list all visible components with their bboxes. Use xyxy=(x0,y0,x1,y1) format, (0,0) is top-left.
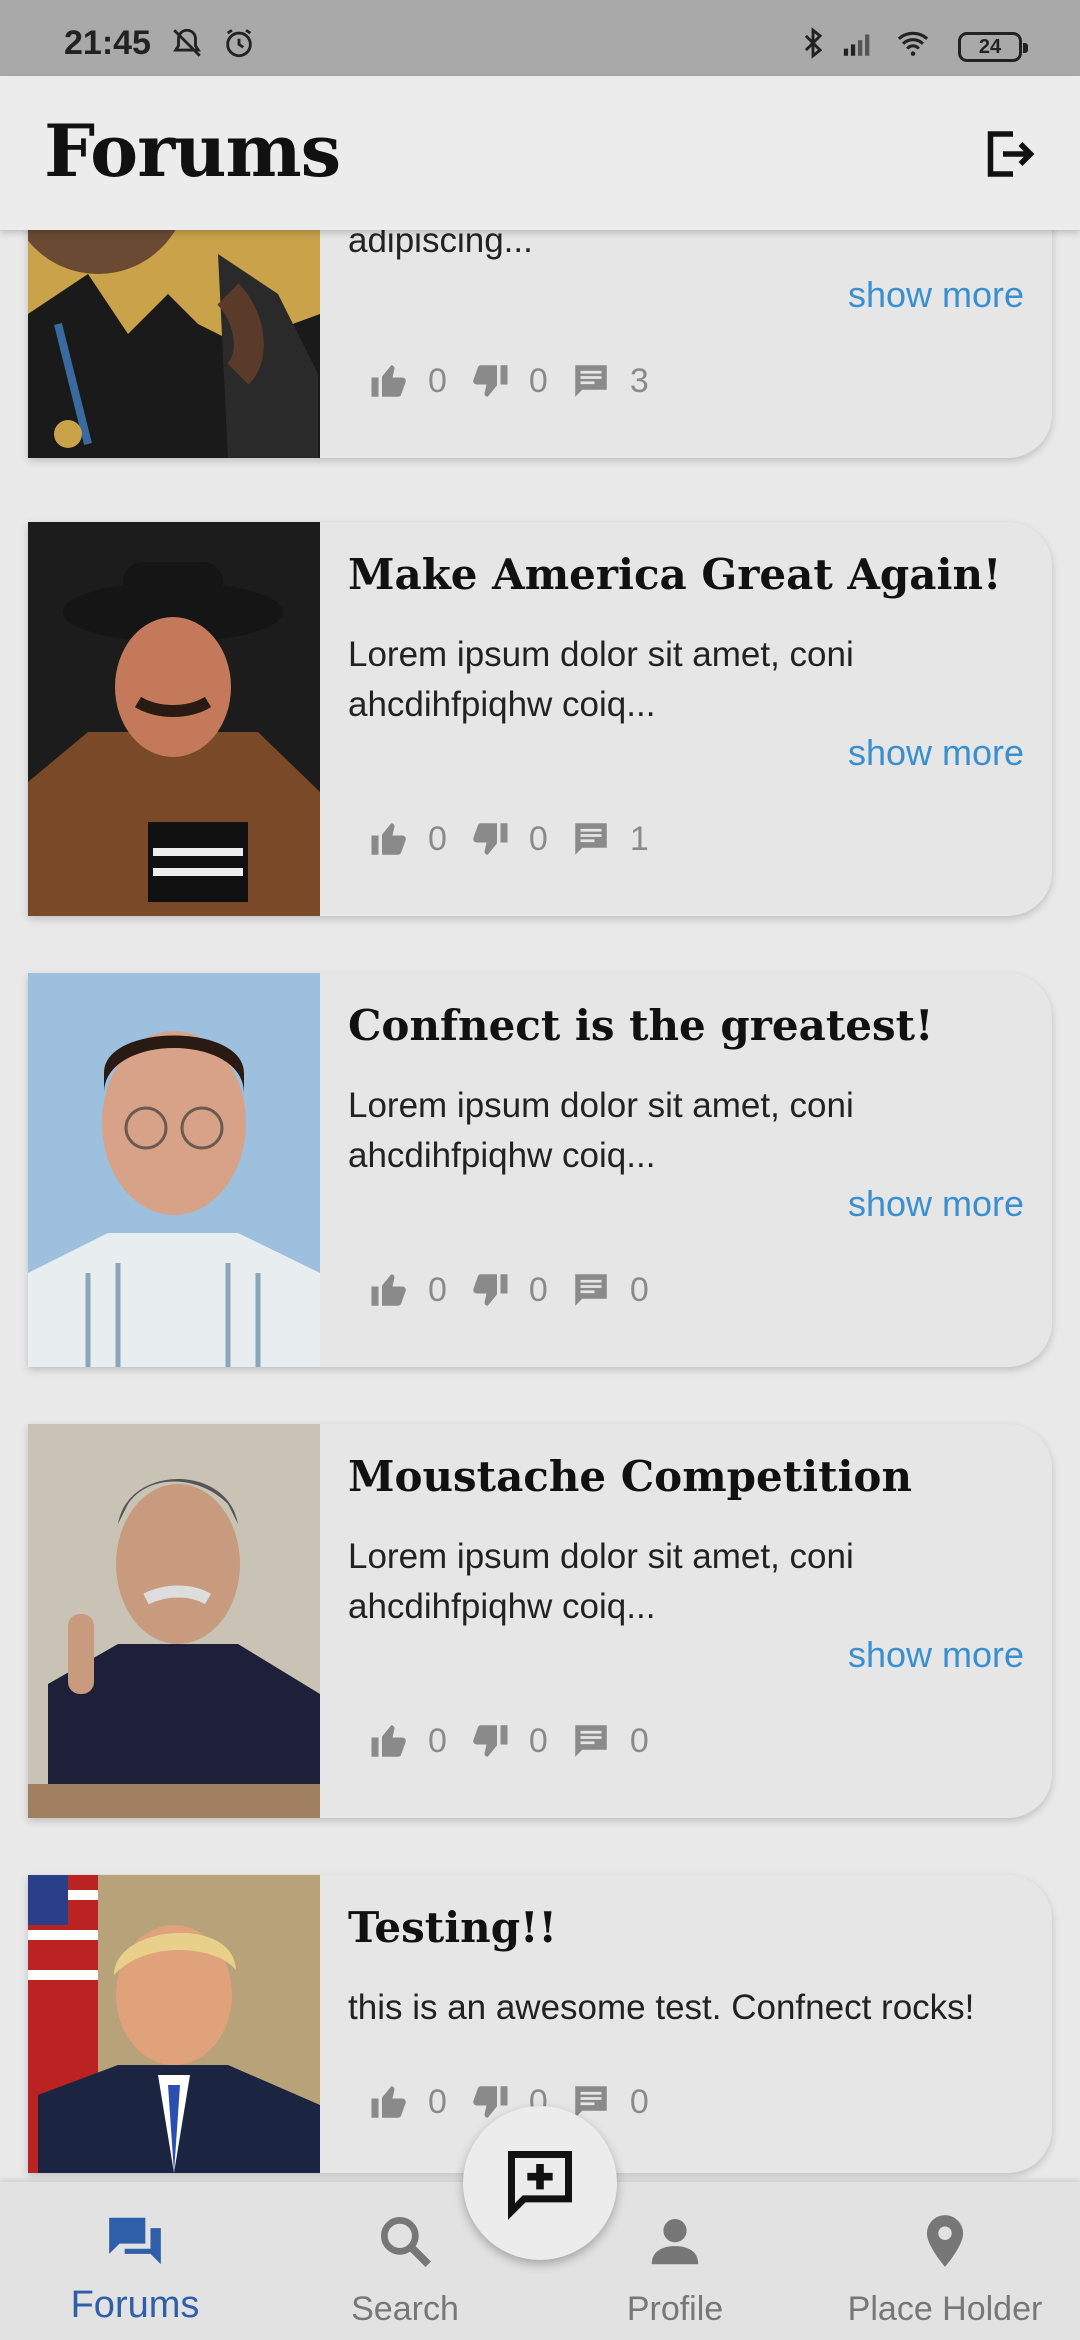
post-image xyxy=(28,522,320,916)
page-title: Forums xyxy=(44,108,341,193)
alarm-icon xyxy=(226,29,252,58)
forum-post-card[interactable]: Moustache Competition Lorem ipsum dolor … xyxy=(28,1424,1052,1818)
person-icon xyxy=(651,2219,699,2265)
post-stats: 0 0 1 xyxy=(368,818,671,860)
forum-icon xyxy=(109,2217,161,2265)
post-title: Make America Great Again! xyxy=(348,550,1002,599)
post-description: Lorem ipsum dolor sit amet, coni ahcdihf… xyxy=(348,1086,854,1175)
battery-indicator: 24 xyxy=(958,32,1028,62)
thumb-down-icon[interactable] xyxy=(469,360,511,402)
new-post-button[interactable] xyxy=(463,2106,617,2260)
add-comment-icon xyxy=(508,2151,572,2220)
like-count: 0 xyxy=(428,1721,447,1760)
signal-icon xyxy=(843,34,870,56)
post-stats: 0 0 0 xyxy=(368,1720,671,1762)
comment-icon[interactable] xyxy=(570,1269,612,1311)
forum-post-card[interactable]: adipiscing... show more 0 0 3 xyxy=(28,230,1052,458)
status-bar: 21:45 24 xyxy=(0,0,1080,76)
thumb-up-icon[interactable] xyxy=(368,1720,410,1762)
like-count: 0 xyxy=(428,2082,447,2121)
wifi-icon xyxy=(897,31,929,56)
post-description: this is an awesome test. Confnect rocks! xyxy=(348,1988,975,2027)
nav-label: Search xyxy=(351,2290,459,2328)
comment-count: 3 xyxy=(629,361,649,400)
muted-bell-icon xyxy=(173,28,201,57)
show-more-link[interactable]: show more xyxy=(848,732,1024,774)
post-title: Testing!! xyxy=(348,1903,557,1952)
post-image xyxy=(28,1424,320,1818)
logout-icon[interactable] xyxy=(978,124,1038,184)
bluetooth-icon xyxy=(804,27,823,59)
dislike-count: 0 xyxy=(528,819,548,858)
post-title: Moustache Competition xyxy=(348,1452,912,1501)
comment-count: 0 xyxy=(629,1270,649,1309)
thumb-up-icon[interactable] xyxy=(368,2081,410,2123)
forum-post-card[interactable]: Make America Great Again! Lorem ipsum do… xyxy=(28,522,1052,916)
forum-post-card[interactable]: Confnect is the greatest! Lorem ipsum do… xyxy=(28,973,1052,1367)
post-stats: 0 0 0 xyxy=(368,1269,671,1311)
like-count: 0 xyxy=(428,819,447,858)
post-image xyxy=(28,973,320,1367)
show-more-link[interactable]: show more xyxy=(848,1634,1024,1676)
nav-label: Forums xyxy=(70,2284,200,2326)
post-image xyxy=(28,1875,320,2173)
post-title: Confnect is the greatest! xyxy=(348,1001,934,1050)
like-count: 0 xyxy=(428,1270,447,1309)
location-pin-icon xyxy=(926,2215,964,2267)
post-stats: 0 0 3 xyxy=(368,360,671,402)
thumb-down-icon[interactable] xyxy=(469,818,511,860)
comment-icon[interactable] xyxy=(570,1720,612,1762)
like-count: 0 xyxy=(428,361,447,400)
thumb-down-icon[interactable] xyxy=(469,1269,511,1311)
thumb-up-icon[interactable] xyxy=(368,818,410,860)
dislike-count: 0 xyxy=(528,1270,548,1309)
post-description: Lorem ipsum dolor sit amet, coni ahcdihf… xyxy=(348,635,854,724)
dislike-count: 0 xyxy=(528,361,548,400)
comment-icon[interactable] xyxy=(570,818,612,860)
comment-count: 0 xyxy=(629,1721,649,1760)
search-icon xyxy=(380,2216,431,2267)
dislike-count: 0 xyxy=(528,1721,548,1760)
forum-feed[interactable]: adipiscing... show more 0 0 3 Make Ameri… xyxy=(0,230,1080,2182)
status-time: 21:45 xyxy=(64,24,151,62)
comment-count: 1 xyxy=(629,819,649,858)
nav-label: Place Holder xyxy=(847,2290,1043,2328)
show-more-link[interactable]: show more xyxy=(848,274,1024,316)
nav-item-forums[interactable]: Forums xyxy=(20,2182,250,2340)
thumb-down-icon[interactable] xyxy=(469,1720,511,1762)
post-image xyxy=(28,230,320,458)
post-description: Lorem ipsum dolor sit amet, coni ahcdihf… xyxy=(348,1537,854,1626)
show-more-link[interactable]: show more xyxy=(848,1183,1024,1225)
nav-label: Profile xyxy=(626,2290,724,2328)
nav-item-place-holder[interactable]: Place Holder xyxy=(830,2182,1060,2340)
thumb-up-icon[interactable] xyxy=(368,360,410,402)
post-description: adipiscing... xyxy=(348,230,533,260)
thumb-up-icon[interactable] xyxy=(368,1269,410,1311)
app-bar: Forums xyxy=(0,76,1080,230)
comment-count: 0 xyxy=(629,2082,649,2121)
comment-icon[interactable] xyxy=(570,360,612,402)
